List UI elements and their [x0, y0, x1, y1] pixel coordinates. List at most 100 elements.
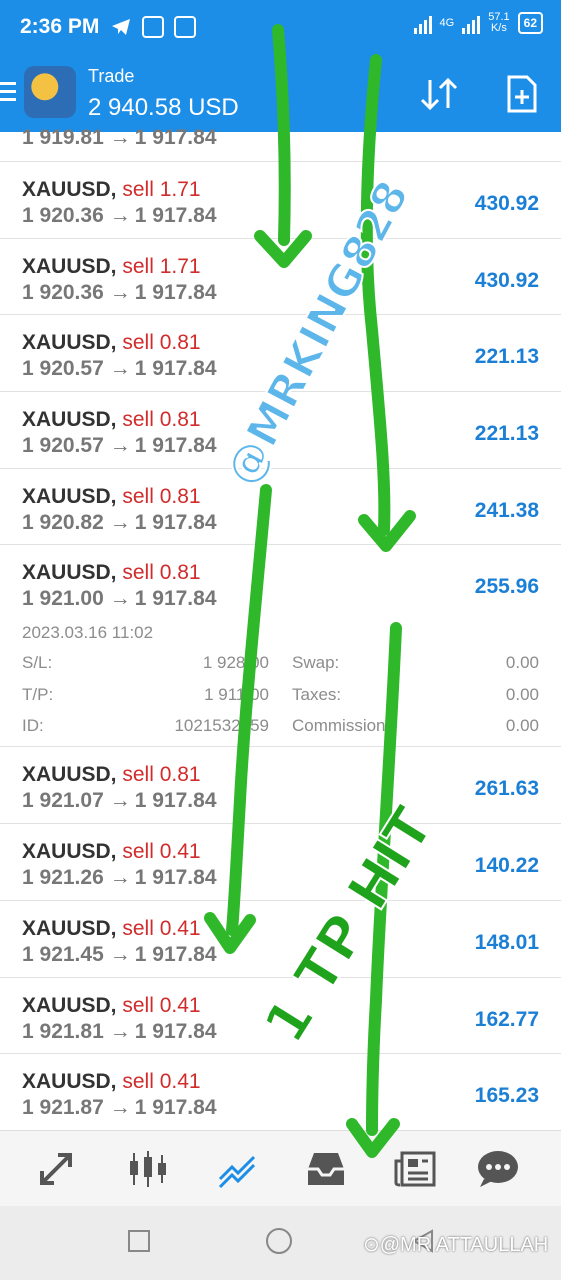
position-profit: 430.92 — [474, 268, 539, 292]
swap-value: 0.00 — [505, 653, 539, 673]
arrow-glyph: → — [109, 1096, 131, 1120]
taxes-value: 0.00 — [505, 684, 539, 704]
sl-value: 1 928.00 — [202, 653, 269, 673]
position-prices: 1 921.07 → 1 917.84 — [22, 789, 217, 813]
app-notification-icon — [174, 16, 196, 38]
arrow-glyph: → — [109, 434, 131, 458]
position-profit: 255.96 — [474, 575, 539, 599]
position-profit: 140.22 — [474, 854, 539, 878]
tp-value: 1 911.00 — [204, 684, 269, 704]
arrow-glyph: → — [109, 587, 131, 611]
position-row[interactable]: XAUUSD, sell 0.81 1 921.07 → 1 917.84 261.… — [0, 747, 561, 825]
position-title: XAUUSD, sell 0.41 — [22, 1070, 201, 1094]
id-value: 1021532959 — [174, 716, 269, 736]
new-order-icon[interactable] — [506, 74, 538, 114]
position-prices: 1 920.57 → 1 917.84 — [22, 357, 217, 381]
swap-label: Swap: — [292, 653, 340, 673]
app-logo — [24, 66, 76, 118]
position-prices: 1 921.87 → 1 917.84 — [22, 1096, 217, 1120]
commission-label: Commission: — [292, 716, 391, 736]
quotes-icon[interactable] — [36, 1149, 80, 1189]
position-title: XAUUSD, sell 0.81 — [22, 484, 201, 508]
position-prices: 1 920.82 → 1 917.84 — [22, 510, 217, 534]
top-bar: 2:36 PM 4G 57.1 K/s 62 Trade 2 940.58 US… — [0, 0, 561, 132]
position-prices: 1 921.81 → 1 917.84 — [22, 1019, 217, 1043]
position-title: XAUUSD, sell 0.41 — [22, 916, 201, 940]
position-profit: 261.63 — [474, 777, 539, 801]
arrow-glyph: → — [109, 789, 131, 813]
position-title: XAUUSD, sell 0.41 — [22, 840, 201, 864]
arrow-glyph: → — [109, 126, 131, 149]
position-title: XAUUSD, sell 0.41 — [22, 993, 201, 1017]
position-row-clipped[interactable]: 1 919.81 → 1 917.84 — [0, 126, 561, 162]
position-row[interactable]: XAUUSD, sell 1.71 1 920.36 → 1 917.84 430.… — [0, 239, 561, 316]
position-prices: 1 921.00 → 1 917.84 — [22, 587, 217, 611]
menu-icon[interactable] — [0, 82, 16, 104]
position-profit: 241.38 — [474, 498, 539, 522]
arrow-glyph: → — [109, 510, 131, 534]
speed-unit: K/s — [490, 22, 507, 34]
position-profit: 165.23 — [474, 1084, 539, 1108]
id-label: ID: — [22, 716, 44, 736]
position-row[interactable]: XAUUSD, sell 0.41 1 921.45 → 1 917.84 148.… — [0, 901, 561, 978]
notification-icons — [110, 16, 196, 43]
arrow-glyph: → — [109, 204, 131, 227]
network-speed: 57.1 K/s — [488, 12, 509, 34]
position-prices: 1 920.36 → 1 917.84 — [22, 280, 217, 304]
home-icon[interactable] — [266, 1228, 292, 1254]
position-prices: 1 919.81 → 1 917.84 — [22, 126, 217, 149]
position-row[interactable]: XAUUSD, sell 0.41 1 921.87 → 1 917.84 165.… — [0, 1054, 561, 1131]
chat-icon[interactable] — [476, 1149, 520, 1189]
status-bar: 2:36 PM 4G 57.1 K/s 62 — [0, 0, 561, 56]
position-title: XAUUSD, sell 0.81 — [22, 561, 201, 585]
arrow-glyph: → — [109, 942, 131, 966]
position-prices: 1 920.36 → 1 917.84 — [22, 204, 217, 227]
arrow-glyph: → — [109, 1019, 131, 1043]
position-title: XAUUSD, sell 0.81 — [22, 331, 201, 355]
play-icon — [142, 16, 164, 38]
status-right: 4G 57.1 K/s 62 — [413, 12, 543, 34]
position-row-expanded[interactable]: XAUUSD, sell 0.81 1 921.00 → 1 917.84 255.… — [0, 545, 561, 748]
position-profit: 221.13 — [474, 422, 539, 446]
bottom-nav — [0, 1130, 561, 1207]
status-time: 2:36 PM — [20, 15, 100, 38]
history-icon[interactable] — [304, 1149, 348, 1189]
sl-label: S/L: — [22, 653, 53, 673]
tp-label: T/P: — [22, 684, 54, 704]
news-icon[interactable] — [394, 1149, 438, 1189]
sort-icon[interactable] — [418, 74, 462, 114]
position-title: XAUUSD, sell 1.71 — [22, 178, 201, 201]
page-title: Trade — [88, 66, 135, 86]
signal-icon-2 — [462, 12, 481, 34]
account-balance: 2 940.58 USD — [88, 94, 239, 121]
position-profit: 148.01 — [474, 930, 539, 954]
position-profit: 221.13 — [474, 345, 539, 369]
commission-value: 0.00 — [505, 716, 539, 736]
corner-watermark: ⊙@MR ATTAULLAH — [363, 1234, 549, 1256]
arrow-glyph: → — [109, 280, 131, 304]
position-row[interactable]: XAUUSD, sell 0.81 1 920.82 → 1 917.84 241.… — [0, 469, 561, 546]
battery-icon: 62 — [517, 12, 543, 34]
position-row[interactable]: XAUUSD, sell 1.71 1 920.36 → 1 917.84 430.… — [0, 162, 561, 239]
trade-icon[interactable] — [216, 1149, 260, 1189]
arrow-glyph: → — [109, 357, 131, 381]
position-profit: 430.92 — [474, 192, 539, 215]
position-open-time: 2023.03.16 11:02 — [22, 623, 154, 643]
network-label: 4G — [439, 17, 455, 29]
position-profit: 162.77 — [474, 1007, 539, 1031]
signal-icon — [413, 12, 432, 34]
position-details: S/L: 1 928.00 Swap: 0.00 T/P: 1 911.00 T… — [22, 653, 539, 748]
position-prices: 1 920.57 → 1 917.84 — [22, 434, 217, 458]
app-header: Trade 2 940.58 USD — [0, 56, 561, 132]
telegram-icon — [110, 16, 132, 43]
position-title: XAUUSD, sell 1.71 — [22, 254, 201, 278]
recents-icon[interactable] — [128, 1230, 150, 1252]
arrow-glyph: → — [109, 866, 131, 890]
taxes-label: Taxes: — [292, 684, 342, 704]
position-row[interactable]: XAUUSD, sell 0.41 1 921.26 → 1 917.84 140.… — [0, 824, 561, 901]
position-title: XAUUSD, sell 0.81 — [22, 763, 201, 787]
position-prices: 1 921.45 → 1 917.84 — [22, 942, 217, 966]
chart-icon[interactable] — [126, 1149, 170, 1189]
position-title: XAUUSD, sell 0.81 — [22, 408, 201, 432]
position-prices: 1 921.26 → 1 917.84 — [22, 866, 217, 890]
